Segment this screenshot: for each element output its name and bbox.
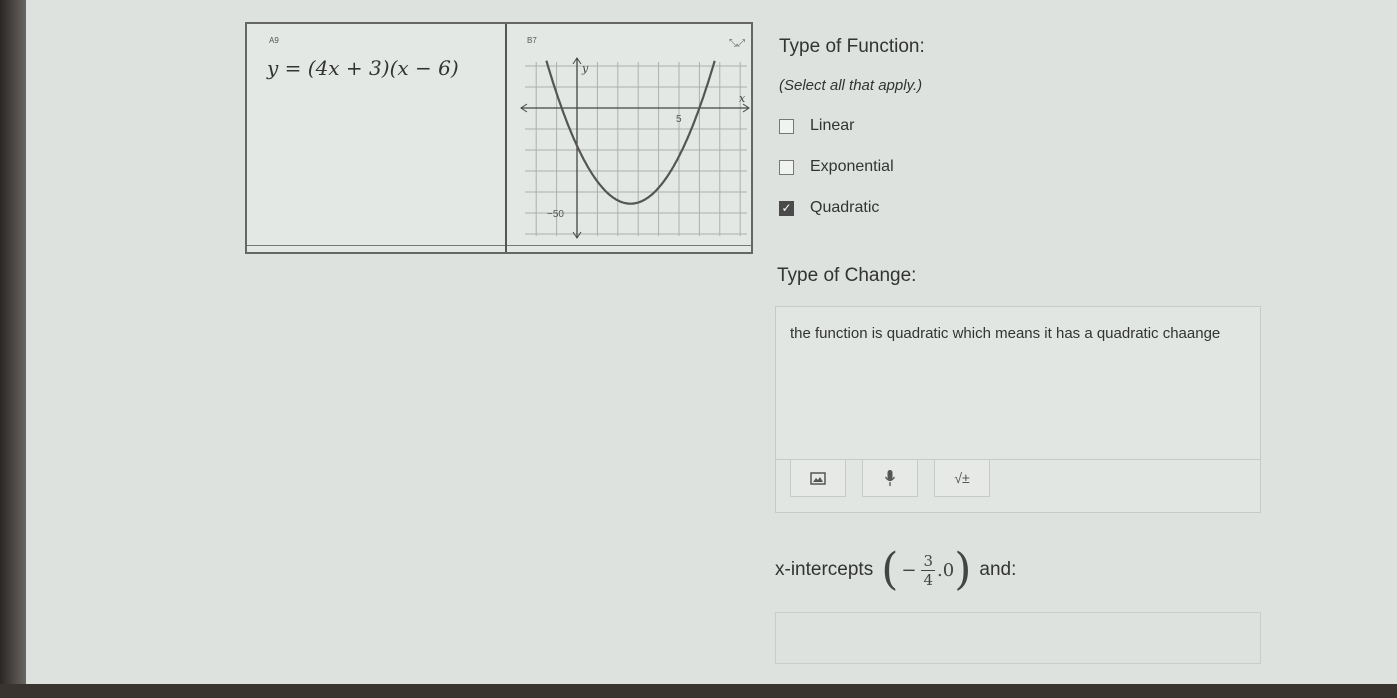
cell-a9: A9 y = (4x + 3)(x − 6) <box>247 24 507 252</box>
option-linear[interactable]: Linear <box>779 117 854 135</box>
insert-image-button[interactable] <box>790 459 846 497</box>
option-label: Quadratic <box>810 199 880 216</box>
next-answer-box[interactable] <box>775 612 1261 664</box>
option-exponential[interactable]: Exponential <box>779 158 894 176</box>
divider <box>507 245 751 246</box>
select-all-hint: (Select all that apply.) <box>779 77 923 94</box>
fraction: 3 4 <box>921 551 936 589</box>
math-input-button[interactable]: √± <box>934 459 990 497</box>
intercept-point: ( − 3 4 .0 ) <box>881 544 972 595</box>
parabola-graph: x y 5 −50 <box>520 57 750 239</box>
image-icon <box>810 471 826 485</box>
parabola-curve <box>545 60 716 205</box>
y-tick-label: −50 <box>547 209 564 220</box>
type-of-function-title: Type of Function: <box>779 36 925 57</box>
option-quadratic[interactable]: ✓ Quadratic <box>779 199 879 217</box>
numerator: 3 <box>921 551 936 571</box>
cell-b7: B7 ⤡⤢ x y 5 −50 <box>507 24 751 252</box>
checkbox-checked[interactable]: ✓ <box>779 200 794 216</box>
math-icon: √± <box>954 470 970 486</box>
type-of-change-title: Type of Change: <box>777 265 917 286</box>
answer-text[interactable]: the function is quadratic which means it… <box>776 307 1260 460</box>
expand-icon[interactable]: ⤡⤢ <box>729 38 745 49</box>
answer-box[interactable]: the function is quadratic which means it… <box>775 306 1261 513</box>
x-tick-label: 5 <box>676 114 682 125</box>
screen-bezel <box>0 0 26 698</box>
cell-tag: A9 <box>269 36 279 45</box>
checkbox[interactable] <box>779 159 794 175</box>
cell-tag: B7 <box>527 36 537 45</box>
microphone-icon <box>884 470 896 486</box>
check-icon: ✓ <box>781 201 792 215</box>
y-axis-label: y <box>581 62 589 75</box>
x-intercepts-label: x-intercepts <box>775 559 874 580</box>
screen-bezel-bottom <box>0 684 1397 698</box>
equation: y = (4x + 3)(x − 6) <box>267 56 459 80</box>
divider <box>247 245 505 246</box>
x-axis-label: x <box>739 92 746 105</box>
and-label: and: <box>979 559 1017 580</box>
y-coordinate: .0 <box>937 559 955 581</box>
checkbox[interactable] <box>779 118 794 134</box>
x-intercepts-line: x-intercepts ( − 3 4 .0 ) and: <box>775 548 1016 592</box>
option-label: Linear <box>810 117 855 134</box>
option-label: Exponential <box>810 158 894 175</box>
minus-sign: − <box>901 559 917 581</box>
voice-input-button[interactable] <box>862 459 918 497</box>
denominator: 4 <box>923 570 934 589</box>
problem-table: A9 y = (4x + 3)(x − 6) B7 ⤡⤢ x y 5 −50 <box>245 22 753 254</box>
